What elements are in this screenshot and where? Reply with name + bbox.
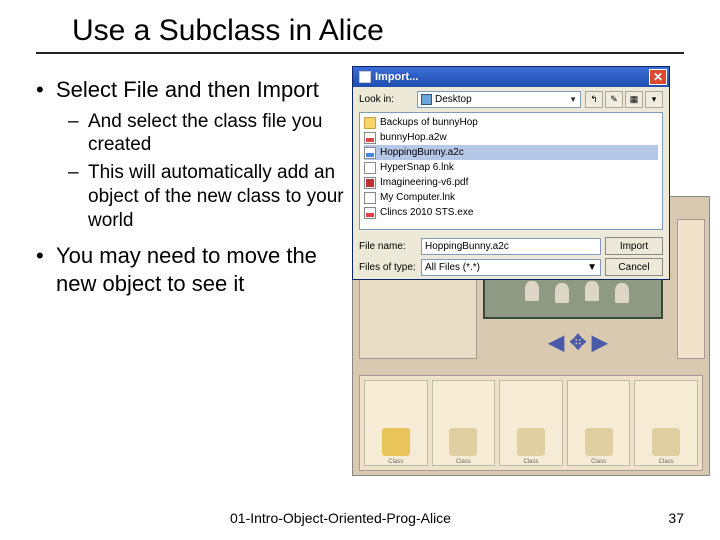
class-thumb-icon: [449, 428, 477, 456]
new-folder-button[interactable]: ✎: [605, 91, 623, 108]
gallery-item[interactable]: Class: [499, 380, 563, 466]
a2c-icon: [364, 147, 376, 159]
desktop-icon: [421, 94, 432, 105]
gallery-item[interactable]: Class: [567, 380, 631, 466]
alice-gallery-panel: Class Class Class Class Class: [359, 375, 703, 471]
folder-icon: [382, 428, 410, 456]
class-thumb-icon: [585, 428, 613, 456]
class-thumb-icon: [517, 428, 545, 456]
bullet-dash-icon: –: [68, 110, 88, 158]
dialog-icon: [359, 71, 371, 83]
bunny-object: [615, 283, 629, 303]
import-button[interactable]: Import: [605, 237, 663, 255]
gallery-item[interactable]: Class: [364, 380, 428, 466]
file-list-item[interactable]: Imagineering-v6.pdf: [364, 175, 658, 190]
bullet-dash-icon: –: [68, 161, 88, 232]
file-list-item[interactable]: bunnyHop.a2w: [364, 130, 658, 145]
view-button[interactable]: ▦: [625, 91, 643, 108]
bullet-level2: – And select the class file you created: [68, 110, 356, 158]
alice-side-panel: [677, 219, 705, 359]
class-thumb-icon: [652, 428, 680, 456]
slide: Use a Subclass in Alice • Select File an…: [0, 0, 720, 540]
footer-filename: 01-Intro-Object-Oriented-Prog-Alice: [230, 510, 451, 526]
cancel-button[interactable]: Cancel: [605, 258, 663, 276]
filetype-label: Files of type:: [359, 262, 417, 273]
slide-footer: 01-Intro-Object-Oriented-Prog-Alice 37: [0, 510, 720, 526]
bullet-text: Select File and then Import: [56, 76, 319, 104]
lookin-row: Look in: Desktop ▼ ↰ ✎ ▦ ▾: [353, 87, 669, 110]
bunny-object: [525, 281, 539, 301]
lookin-combo[interactable]: Desktop ▼: [417, 91, 581, 108]
filename-row: File name: HoppingBunny.a2c Import: [359, 237, 663, 255]
bullet-dot-icon: •: [36, 76, 56, 104]
file-name: My Computer.lnk: [380, 192, 455, 203]
up-folder-button[interactable]: ↰: [585, 91, 603, 108]
file-name: Imagineering-v6.pdf: [380, 177, 468, 188]
import-dialog: Import... ✕ Look in: Desktop ▼ ↰: [352, 66, 670, 280]
gallery-label: Class: [523, 459, 538, 465]
dialog-bottom: File name: HoppingBunny.a2c Import Files…: [353, 232, 669, 280]
bullet-level1: • Select File and then Import: [36, 76, 356, 104]
a2w-icon: [364, 207, 376, 219]
dialog-title: Import...: [375, 71, 418, 83]
gallery-label: Class: [388, 459, 403, 465]
gallery-item[interactable]: Class: [432, 380, 496, 466]
text-column: • Select File and then Import – And sele…: [36, 76, 356, 476]
file-list-item[interactable]: HoppingBunny.a2c: [364, 145, 658, 160]
filename-value: HoppingBunny.a2c: [425, 241, 509, 252]
a2w-icon: [364, 132, 376, 144]
pdf-icon: [364, 177, 376, 189]
filetype-combo[interactable]: All Files (*.*) ▼: [421, 259, 601, 276]
gallery-item[interactable]: Class: [634, 380, 698, 466]
file-list-item[interactable]: HyperSnap 6.lnk: [364, 160, 658, 175]
bunny-object: [555, 283, 569, 303]
lnk-icon: [364, 162, 376, 174]
camera-controls[interactable]: ◀ ✥ ▶: [533, 327, 623, 357]
file-name: HyperSnap 6.lnk: [380, 162, 454, 173]
view-menu-button[interactable]: ▾: [645, 91, 663, 108]
gallery-label: Class: [591, 459, 606, 465]
file-name: HoppingBunny.a2c: [380, 147, 464, 158]
filename-label: File name:: [359, 241, 417, 252]
bullet-text: This will automatically add an object of…: [88, 161, 356, 232]
screenshot-column: ◀ ✥ ▶ Class Class Class Class Class Impo…: [356, 76, 710, 476]
bullet-level2: – This will automatically add an object …: [68, 161, 356, 232]
lookin-label: Look in:: [359, 94, 413, 105]
file-list-item[interactable]: Clincs 2010 STS.exe: [364, 205, 658, 220]
gallery-label: Class: [659, 459, 674, 465]
bullet-text: You may need to move the new object to s…: [56, 242, 356, 297]
folder-icon: [364, 117, 376, 129]
bullet-level1: • You may need to move the new object to…: [36, 242, 356, 297]
file-list-item[interactable]: My Computer.lnk: [364, 190, 658, 205]
bullet-dot-icon: •: [36, 242, 56, 297]
slide-content: • Select File and then Import – And sele…: [0, 76, 720, 476]
lnk-icon: [364, 192, 376, 204]
file-list[interactable]: Backups of bunnyHop bunnyHop.a2w HoppingBu…: [359, 112, 663, 230]
bullet-text: And select the class file you created: [88, 110, 356, 158]
lookin-value: Desktop: [435, 94, 472, 105]
footer-page-number: 37: [668, 510, 684, 526]
file-name: Backups of bunnyHop: [380, 117, 478, 128]
gallery-label: Class: [456, 459, 471, 465]
chevron-down-icon: ▼: [587, 262, 597, 273]
dialog-toolbar: ↰ ✎ ▦ ▾: [585, 91, 663, 108]
file-name: Clincs 2010 STS.exe: [380, 207, 473, 218]
chevron-down-icon: ▼: [569, 95, 577, 104]
filetype-value: All Files (*.*): [425, 262, 480, 273]
file-list-item[interactable]: Backups of bunnyHop: [364, 115, 658, 130]
bunny-object: [585, 281, 599, 301]
file-name: bunnyHop.a2w: [380, 132, 447, 143]
close-button[interactable]: ✕: [649, 69, 667, 85]
dialog-titlebar[interactable]: Import... ✕: [353, 67, 669, 87]
slide-title: Use a Subclass in Alice: [36, 14, 684, 54]
filetype-row: Files of type: All Files (*.*) ▼ Cancel: [359, 258, 663, 276]
filename-input[interactable]: HoppingBunny.a2c: [421, 238, 601, 255]
